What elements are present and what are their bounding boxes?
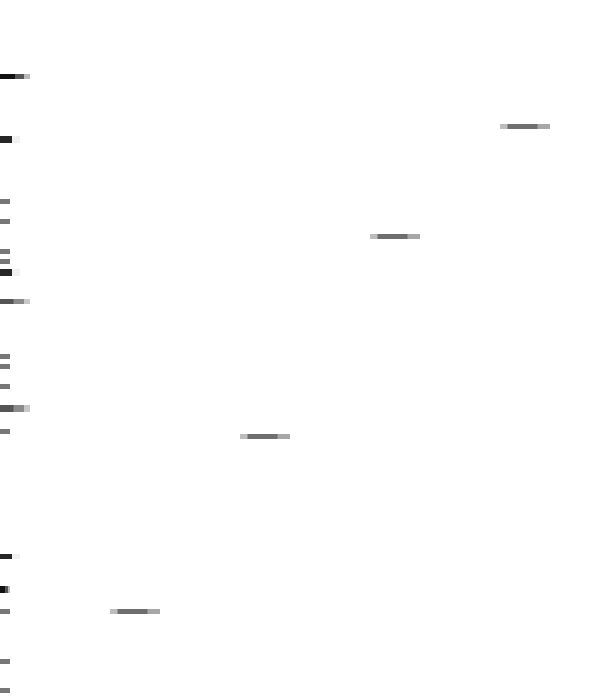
left-edge-text-fragment: [0, 249, 10, 254]
left-edge-text-fragment: [0, 688, 10, 693]
blank-ui-screen: [0, 0, 600, 700]
center-control-fragment: [240, 434, 290, 439]
left-edge-text-fragment: [0, 354, 10, 359]
right-side-control-fragment: [500, 124, 550, 129]
left-edge-text-fragment: [0, 269, 20, 276]
left-edge-text-fragment: [0, 554, 20, 559]
left-edge-text-fragment: [0, 429, 10, 434]
center-control-fragment: [370, 234, 420, 239]
left-edge-text-fragment: [0, 405, 30, 412]
left-control-fragment: [110, 609, 160, 614]
left-edge-text-fragment: [0, 609, 10, 614]
left-edge-text-fragment: [0, 659, 10, 664]
left-edge-text-fragment: [0, 74, 30, 79]
left-edge-text-fragment: [0, 384, 10, 389]
left-edge-text-fragment: [0, 586, 10, 593]
left-edge-text-fragment: [0, 219, 10, 224]
left-edge-text-fragment: [0, 199, 10, 204]
left-edge-text-fragment: [0, 136, 20, 143]
left-edge-text-fragment: [0, 364, 10, 369]
left-edge-text-fragment: [0, 299, 30, 304]
left-edge-text-fragment: [0, 259, 10, 264]
